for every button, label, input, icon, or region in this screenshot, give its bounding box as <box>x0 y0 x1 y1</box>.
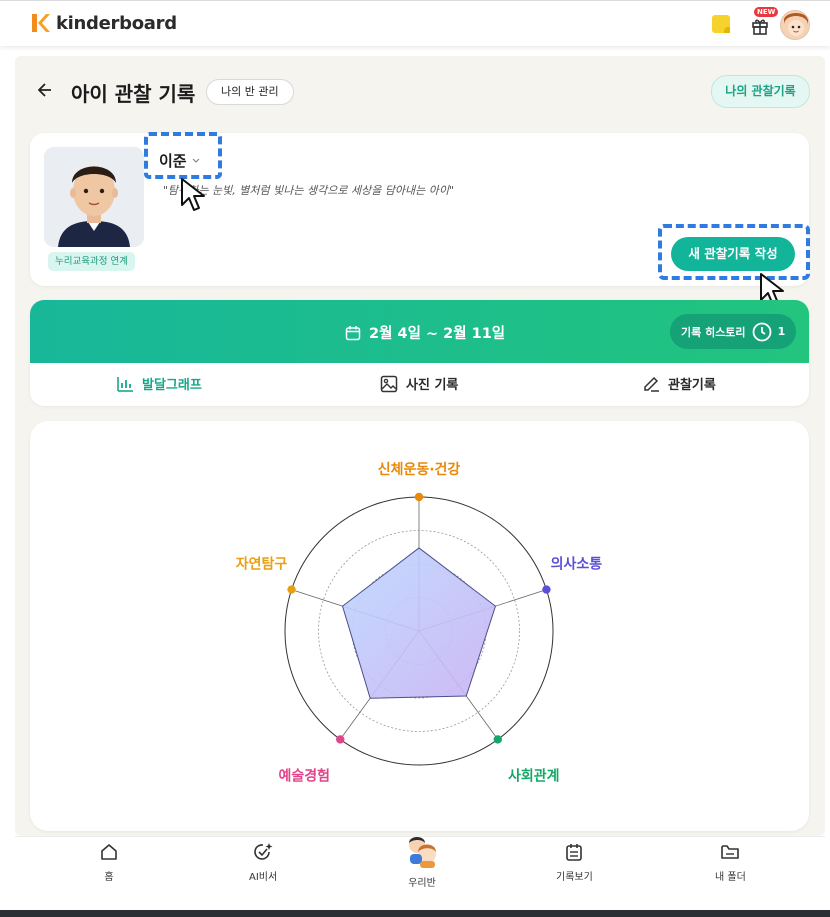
nav-view-records[interactable]: 기록보기 <box>556 842 593 883</box>
nav-home[interactable]: 홈 <box>99 842 119 883</box>
tab-photo-records[interactable]: 사진 기록 <box>380 374 458 393</box>
radar-data-area <box>341 547 497 699</box>
tab-development-graph[interactable]: 발달그래프 <box>116 374 202 393</box>
radar-axis-label: 자연탐구 <box>236 556 288 573</box>
page-title: 아이 관찰 기록 <box>71 82 196 106</box>
radar-axis-point <box>336 735 345 744</box>
back-arrow-icon[interactable] <box>38 82 52 98</box>
image-icon <box>380 375 398 392</box>
calendar-icon <box>566 844 583 861</box>
tab-observation-records[interactable]: 관찰기록 <box>642 374 716 393</box>
radar-axis-label: 예술경험 <box>278 767 330 784</box>
nav-my-folder[interactable]: 내 폴더 <box>715 842 746 883</box>
bar-chart-icon <box>117 376 133 392</box>
radar-axis-point <box>493 735 502 744</box>
my-class-button[interactable]: 나의 반 관리 <box>206 79 294 105</box>
development-graph-card: 신체운동·건강의사소통사회관계 예술경험 자연탐구 <box>30 421 809 831</box>
new-badge: NEW <box>754 7 779 17</box>
child-portrait-icon <box>44 147 144 247</box>
gift-icon[interactable] <box>751 17 769 35</box>
curriculum-badge: 누리교육과정 연계 <box>48 252 135 271</box>
nav-label: 기록보기 <box>556 872 593 883</box>
date-range-text: 2월 4일 ~ 2월 11일 <box>369 326 506 342</box>
radar-axis-point <box>414 492 424 502</box>
radar-axis-point <box>287 585 296 594</box>
radar-chart: 신체운동·건강의사소통사회관계 예술경험 자연탐구 <box>236 461 603 784</box>
nav-label: AI비서 <box>249 872 278 883</box>
record-history-label: 기록 히스토리 <box>681 325 746 339</box>
child-selector-highlight <box>144 132 222 179</box>
record-history-button[interactable]: 기록 히스토리 1 <box>670 314 796 349</box>
kinderboard-logo-icon <box>32 14 50 32</box>
mouse-cursor-icon <box>181 178 205 211</box>
radar-axis-label: 신체운동·건강 <box>378 461 461 478</box>
nav-label: 우리반 <box>408 878 436 889</box>
ai-assistant-icon <box>254 843 273 860</box>
nav-ai-assistant[interactable]: AI비서 <box>249 842 277 883</box>
radar-axis-point <box>542 585 551 594</box>
calendar-icon <box>345 325 361 340</box>
radar-axis-label: 사회관계 <box>508 767 560 784</box>
tab-label: 사진 기록 <box>406 378 459 393</box>
nav-label: 홈 <box>104 872 114 883</box>
user-avatar[interactable] <box>780 10 810 40</box>
folder-icon <box>721 845 740 859</box>
tab-label: 발달그래프 <box>142 378 202 393</box>
tab-label: 관찰기록 <box>668 378 716 393</box>
my-records-button[interactable]: 나의 관찰기록 <box>711 75 810 108</box>
bottom-strip <box>0 910 830 917</box>
nav-label: 내 폴더 <box>715 872 746 883</box>
top-bar: kinderboard NEW <box>0 0 830 46</box>
radar-axis-label: 의사소통 <box>551 556 603 573</box>
date-range[interactable]: 2월 4일 ~ 2월 11일 <box>345 322 505 343</box>
brand-name: kinderboard <box>56 12 177 34</box>
pencil-icon <box>644 376 659 392</box>
sticky-note-icon[interactable] <box>712 15 730 33</box>
record-history-count: 1 <box>777 325 786 338</box>
our-class-icon <box>409 837 436 868</box>
home-icon <box>101 844 117 860</box>
brand-logo[interactable]: kinderboard <box>30 12 177 34</box>
avatar-face-icon <box>781 11 809 39</box>
clock-icon <box>752 322 771 341</box>
child-photo <box>44 147 144 247</box>
nav-our-class[interactable]: 우리반 <box>404 832 440 889</box>
